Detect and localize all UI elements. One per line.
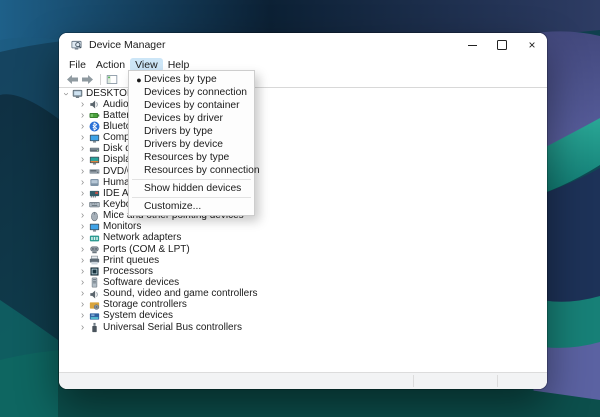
status-bar xyxy=(59,372,547,389)
device-category-icon xyxy=(89,300,100,311)
tree-row[interactable]: › Monitors xyxy=(59,222,547,233)
tree-row[interactable]: › Print queues xyxy=(59,255,547,266)
device-category-icon xyxy=(89,244,100,255)
view-menu-item[interactable]: ● Devices by type xyxy=(129,73,254,86)
device-category-icon xyxy=(72,88,83,99)
chevron-icon[interactable]: › xyxy=(78,111,87,121)
toolbar-divider xyxy=(100,74,101,85)
tree-row[interactable]: › Sound, video and game controllers xyxy=(59,289,547,300)
device-category-icon xyxy=(89,177,100,188)
device-category-icon xyxy=(89,99,100,110)
chevron-icon[interactable]: › xyxy=(78,245,87,255)
device-category-icon xyxy=(89,110,100,121)
chevron-icon[interactable]: › xyxy=(78,189,87,199)
chevron-icon[interactable]: › xyxy=(78,155,87,165)
view-menu-item[interactable]: ● Show hidden devices xyxy=(129,182,254,195)
tree-row[interactable]: › System devices xyxy=(59,311,547,322)
status-bar-divider xyxy=(413,375,414,387)
device-category-icon xyxy=(89,266,100,277)
chevron-icon[interactable]: › xyxy=(78,233,87,243)
chevron-icon[interactable]: › xyxy=(78,289,87,299)
forward-icon[interactable] xyxy=(82,75,93,84)
chevron-icon[interactable]: › xyxy=(78,178,87,188)
chevron-icon[interactable]: › xyxy=(78,311,87,321)
chevron-icon[interactable]: › xyxy=(78,323,87,333)
device-category-icon xyxy=(89,277,100,288)
chevron-icon[interactable]: › xyxy=(61,89,71,98)
device-category-icon xyxy=(89,199,100,210)
device-category-icon xyxy=(89,255,100,266)
menubar-item-file[interactable]: File xyxy=(64,58,91,72)
tree-row[interactable]: › Storage controllers xyxy=(59,300,547,311)
chevron-icon[interactable]: › xyxy=(78,200,87,210)
device-category-icon xyxy=(89,155,100,166)
tree-row[interactable]: › Universal Serial Bus controllers xyxy=(59,322,547,333)
window-title: Device Manager xyxy=(89,39,165,51)
device-category-icon xyxy=(89,121,100,132)
view-menu-item[interactable]: ● Resources by type xyxy=(129,151,254,164)
title-bar[interactable]: Device Manager × xyxy=(59,33,547,57)
maximize-button[interactable] xyxy=(487,33,517,57)
close-icon: × xyxy=(528,39,535,51)
tree-row[interactable]: › Ports (COM & LPT) xyxy=(59,244,547,255)
device-manager-icon xyxy=(71,40,82,51)
chevron-icon[interactable]: › xyxy=(78,278,87,288)
device-category-icon xyxy=(89,211,100,222)
view-menu-item[interactable]: ● Customize... xyxy=(129,200,254,213)
device-category-icon xyxy=(89,133,100,144)
chevron-icon[interactable]: › xyxy=(78,122,87,132)
device-category-icon xyxy=(89,144,100,155)
chevron-icon[interactable]: › xyxy=(78,300,87,310)
device-category-icon xyxy=(89,311,100,322)
minimize-icon xyxy=(468,45,477,46)
tree-row[interactable]: › Processors xyxy=(59,266,547,277)
chevron-icon[interactable]: › xyxy=(78,100,87,110)
view-menu-item[interactable]: ● Devices by container xyxy=(129,99,254,112)
desktop: Device Manager × File Action View xyxy=(0,0,600,417)
device-category-icon xyxy=(89,289,100,300)
selected-bullet-icon: ● xyxy=(134,75,144,85)
chevron-icon[interactable]: › xyxy=(78,211,87,221)
console-tree-icon[interactable] xyxy=(106,74,118,85)
view-menu-item[interactable]: ● Drivers by device xyxy=(129,138,254,151)
device-category-icon xyxy=(89,322,100,333)
minimize-button[interactable] xyxy=(457,33,487,57)
view-dropdown-menu: ● Devices by type ● Devices by connectio… xyxy=(128,70,255,216)
chevron-icon[interactable]: › xyxy=(78,144,87,154)
back-icon[interactable] xyxy=(67,75,78,84)
device-category-icon xyxy=(89,166,100,177)
view-menu-item[interactable]: ● Devices by connection xyxy=(129,86,254,99)
tree-row[interactable]: › Software devices xyxy=(59,277,547,288)
chevron-icon[interactable]: › xyxy=(78,167,87,177)
menubar-item-action[interactable]: Action xyxy=(91,58,130,72)
window-controls: × xyxy=(457,33,547,57)
chevron-icon[interactable]: › xyxy=(78,256,87,266)
chevron-icon[interactable]: › xyxy=(78,222,87,232)
close-button[interactable]: × xyxy=(517,33,547,57)
view-menu-item[interactable]: ● Resources by connection xyxy=(129,164,254,177)
chevron-icon[interactable]: › xyxy=(78,133,87,143)
view-menu-item[interactable]: ● Drivers by type xyxy=(129,125,254,138)
device-category-icon xyxy=(89,233,100,244)
device-category-icon xyxy=(89,188,100,199)
maximize-icon xyxy=(497,40,507,50)
device-category-icon xyxy=(89,222,100,233)
chevron-icon[interactable]: › xyxy=(78,267,87,277)
tree-row[interactable]: › Network adapters xyxy=(59,233,547,244)
status-bar-divider xyxy=(497,375,498,387)
view-menu-item[interactable]: ● Devices by driver xyxy=(129,112,254,125)
